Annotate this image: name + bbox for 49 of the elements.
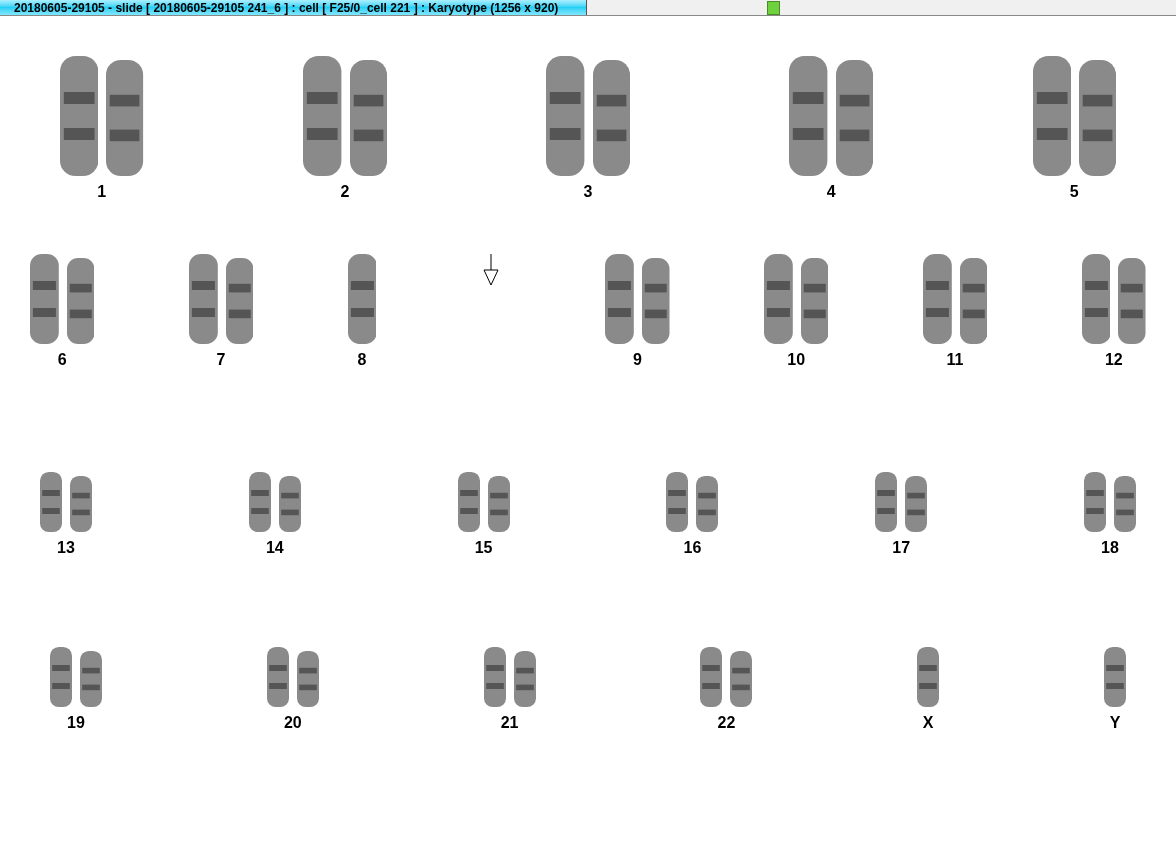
- status-indicator: [767, 0, 780, 15]
- chromosome-number: 5: [1069, 182, 1079, 202]
- chromosome-drawing: [1104, 647, 1126, 707]
- chromosome-number: 18: [1101, 538, 1119, 558]
- chromosome-number: 12: [1104, 350, 1123, 370]
- chromosome-drawing: [487, 476, 510, 532]
- chromosome-number: X: [922, 713, 934, 733]
- chromosome-number: 6: [57, 350, 67, 370]
- window-title: 20180605-29105 - slide [ 20180605-29105 241_6 ] : cell [ F25/0_cell 221 ] : Karyotype (1256 x 920): [0, 0, 587, 15]
- chromosome-drawing: [80, 651, 102, 707]
- chromosome-number: 16: [683, 538, 702, 558]
- chromosome-drawing: [40, 472, 62, 532]
- chromosome-number: 7: [216, 350, 226, 370]
- chromosome-drawing: [296, 651, 319, 707]
- chromosome-number: 19: [67, 713, 85, 733]
- chromosome-drawing: [696, 476, 719, 532]
- chromosome-number: 9: [633, 350, 642, 370]
- chromosome-drawing: [457, 472, 480, 532]
- chromosome-drawing: [278, 476, 301, 532]
- chromosome-drawing: [1084, 472, 1106, 532]
- chromosome-number: 21: [500, 713, 519, 733]
- chromosome-number: 2: [340, 182, 350, 202]
- chromosome-number: 22: [717, 713, 736, 733]
- chromosome-number: 17: [892, 538, 911, 558]
- down-arrow-icon: [482, 254, 499, 287]
- chromosome-number: 8: [357, 350, 367, 370]
- chromosome-drawing: [50, 647, 72, 707]
- chromosome-drawing: [70, 476, 92, 532]
- chromosome-number: 4: [826, 182, 836, 202]
- chromosome-drawing: [483, 647, 506, 707]
- chromosome-drawing: [905, 476, 928, 532]
- chromosome-drawing: [875, 472, 898, 532]
- chromosome-number: 1: [97, 182, 107, 202]
- chromosome-drawing: [730, 651, 753, 707]
- chromosome-drawing: [266, 647, 289, 707]
- chromosome-drawing: [700, 647, 723, 707]
- chromosome-drawing: [917, 647, 940, 707]
- chromosome-number: 13: [57, 538, 75, 558]
- chromosome-drawing: [513, 651, 536, 707]
- chromosome-number: Y: [1109, 713, 1121, 733]
- chromosome-drawing: [666, 472, 689, 532]
- chromosome-number: 3: [583, 182, 593, 202]
- chromosome-number: 14: [265, 538, 284, 558]
- chromosome-number: 20: [283, 713, 302, 733]
- chromosome-drawing: [248, 472, 271, 532]
- chromosome-number: 15: [474, 538, 493, 558]
- chromosome-number: 10: [787, 350, 806, 370]
- chromosome-drawing: [1114, 476, 1136, 532]
- chromosome-number: 11: [946, 350, 964, 370]
